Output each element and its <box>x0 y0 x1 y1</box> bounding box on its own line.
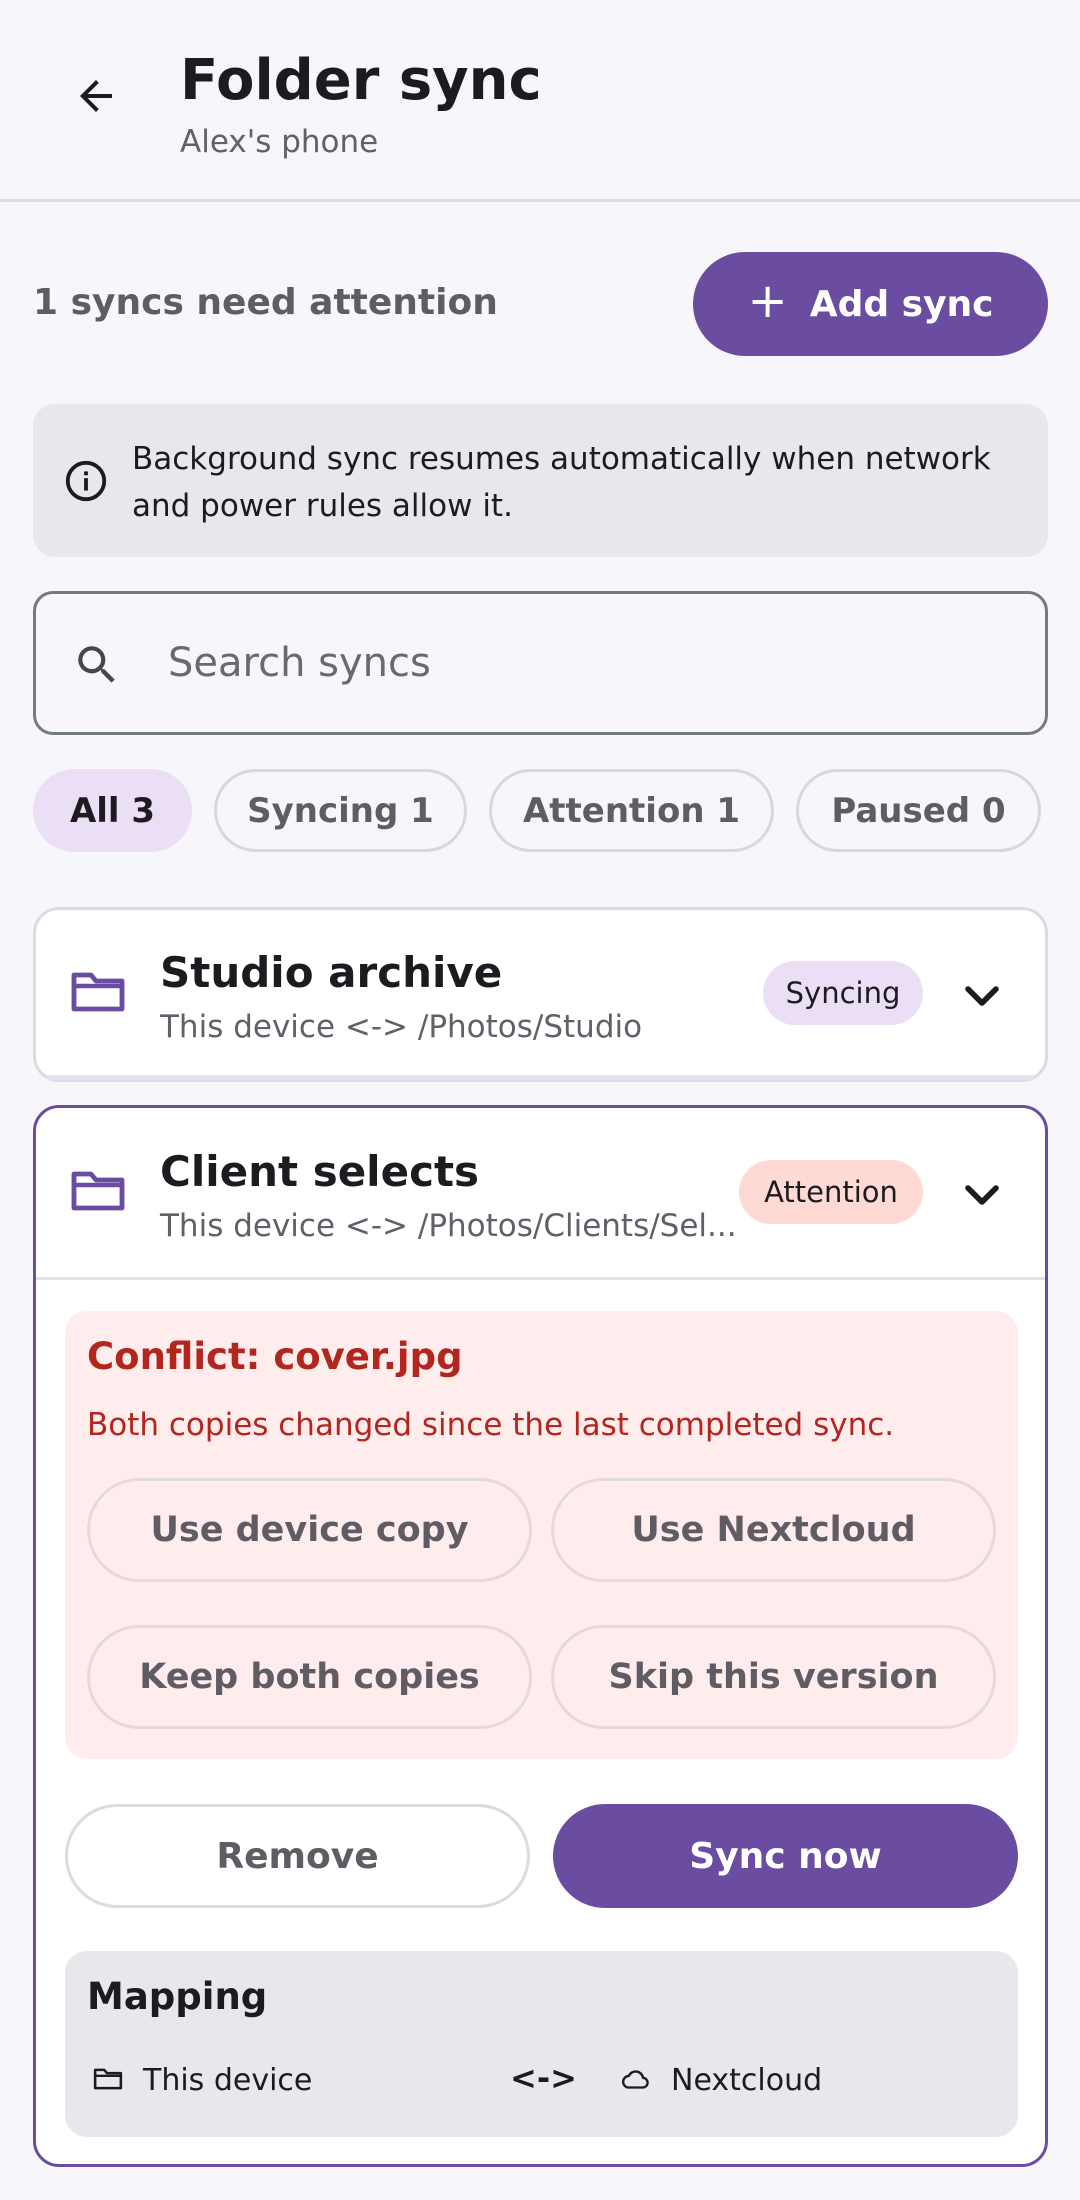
conflict-message: Both copies changed since the last compl… <box>87 1407 895 1443</box>
chevron-down-icon[interactable] <box>958 1171 1006 1219</box>
filter-chip-label: Paused 0 <box>831 790 1006 831</box>
mapping-remote: Nextcloud <box>671 2063 823 2098</box>
search-field[interactable] <box>33 591 1048 735</box>
info-banner: Background sync resumes automatically wh… <box>33 404 1048 557</box>
add-sync-button[interactable]: + Add sync <box>693 252 1048 356</box>
page-title: Folder sync <box>180 48 542 113</box>
keep-both-copies-button[interactable]: Keep both copies <box>87 1625 532 1729</box>
folder-icon <box>71 972 125 1012</box>
cloud-icon <box>621 2070 649 2089</box>
status-badge: Syncing <box>763 961 923 1025</box>
info-icon <box>65 460 107 502</box>
mapping-separator: <-> <box>510 2059 577 2097</box>
skip-this-version-button[interactable]: Skip this version <box>551 1625 996 1729</box>
page-subtitle: Alex's phone <box>180 124 379 160</box>
filter-chip-label: All 3 <box>69 790 156 831</box>
banner-text: Background sync resumes automatically wh… <box>132 441 991 524</box>
remove-button[interactable]: Remove <box>65 1804 530 1908</box>
search-input[interactable] <box>168 628 1008 698</box>
filter-chip-all[interactable]: All 3 <box>33 769 192 852</box>
filter-chip-attention[interactable]: Attention 1 <box>489 769 774 852</box>
sync-card-studio-archive[interactable]: Studio archive This device <-> /Photos/S… <box>33 907 1048 1082</box>
app-bar: Folder sync Alex's phone <box>0 0 1080 202</box>
filter-chip-label: Attention 1 <box>522 790 741 831</box>
folder-icon <box>71 1171 125 1211</box>
sync-now-button[interactable]: Sync now <box>553 1804 1018 1908</box>
back-button[interactable] <box>56 56 136 136</box>
use-device-copy-button[interactable]: Use device copy <box>87 1478 532 1582</box>
filter-chip-label: Syncing 1 <box>247 790 434 831</box>
search-icon <box>78 646 115 683</box>
conflict-panel: Conflict: cover.jpg Both copies changed … <box>65 1311 1018 1759</box>
sync-path: This device <-> /Photos/Studio <box>160 1009 643 1045</box>
folder-icon <box>93 2068 123 2090</box>
chevron-down-icon[interactable] <box>958 972 1006 1020</box>
sync-title: Studio archive <box>160 948 503 997</box>
sync-path: This device <-> /Photos/Clients/Sel... <box>160 1208 737 1244</box>
mapping-local: This device <box>143 2063 313 2098</box>
sync-title: Client selects <box>160 1147 480 1196</box>
arrow-left-icon <box>80 80 112 112</box>
sync-card-client-selects: Client selects This device <-> /Photos/C… <box>33 1105 1048 2167</box>
mapping-title: Mapping <box>87 1975 268 2018</box>
plus-icon: + <box>747 273 788 329</box>
attention-summary: 1 syncs need attention <box>33 282 498 323</box>
status-badge: Attention <box>739 1160 923 1224</box>
filter-chip-paused[interactable]: Paused 0 <box>796 769 1041 852</box>
use-nextcloud-button[interactable]: Use Nextcloud <box>551 1478 996 1582</box>
card-divider <box>36 1277 1045 1280</box>
add-sync-label: Add sync <box>809 283 994 325</box>
mapping-panel: Mapping This device <-> Nextcloud <box>65 1951 1018 2137</box>
conflict-title: Conflict: cover.jpg <box>87 1335 463 1378</box>
filter-chip-syncing[interactable]: Syncing 1 <box>214 769 467 852</box>
